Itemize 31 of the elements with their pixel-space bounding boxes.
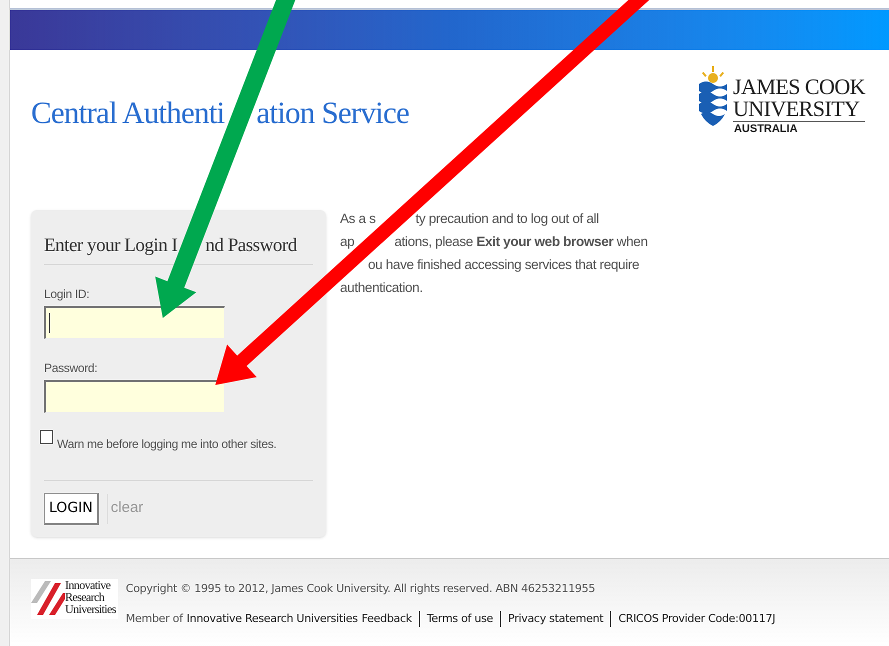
notice-text: ations, please Exit your web browser when <box>394 233 648 251</box>
notice-text: ap <box>340 233 354 251</box>
member-label: Member of <box>126 610 183 626</box>
checkbox[interactable] <box>40 430 53 444</box>
footer-link[interactable]: Innovative Research Universities <box>186 610 358 627</box>
notice-text: authentication. <box>340 279 423 297</box>
heading-text: Enter your Login I <box>44 234 178 258</box>
logo-subtext: AUSTRALIA <box>732 122 799 136</box>
logo-text: Innovative <box>65 579 112 591</box>
copyright-text: Copyright © 1995 to 2012, James Cook University. All rights reserved. ABN 46253211955 <box>126 581 596 597</box>
logo-text: Universities <box>65 603 116 615</box>
footer-link[interactable]: Feedback <box>358 610 412 627</box>
field-label: Login ID: <box>44 286 90 302</box>
notice-text: ou have finished accessing services that require <box>368 256 640 274</box>
input-field[interactable] <box>44 380 225 412</box>
title-text: ation Service <box>256 94 409 132</box>
checkbox-label[interactable]: Warn me before logging me into other sites. <box>57 434 276 452</box>
logo-text: JAMES COOK <box>732 76 865 98</box>
input-field[interactable] <box>44 306 225 338</box>
logo-text: UNIVERSITY <box>732 98 865 122</box>
footer-link[interactable]: Terms of use <box>418 610 494 627</box>
field-label: Password: <box>44 360 98 376</box>
title-text: Central Authenti <box>31 94 224 132</box>
notice-text: As a s <box>340 210 376 228</box>
slash-stripes-icon <box>31 579 65 617</box>
footer-link[interactable]: Privacy statement <box>500 610 604 627</box>
notice-text: ty precaution and to log out of all <box>416 210 599 228</box>
logo-text: Research <box>65 591 106 603</box>
login-button[interactable]: LOGIN <box>44 492 99 524</box>
heading-text: nd Password <box>205 234 297 258</box>
footer-link[interactable]: CRICOS Provider Code:00117J <box>610 610 776 627</box>
